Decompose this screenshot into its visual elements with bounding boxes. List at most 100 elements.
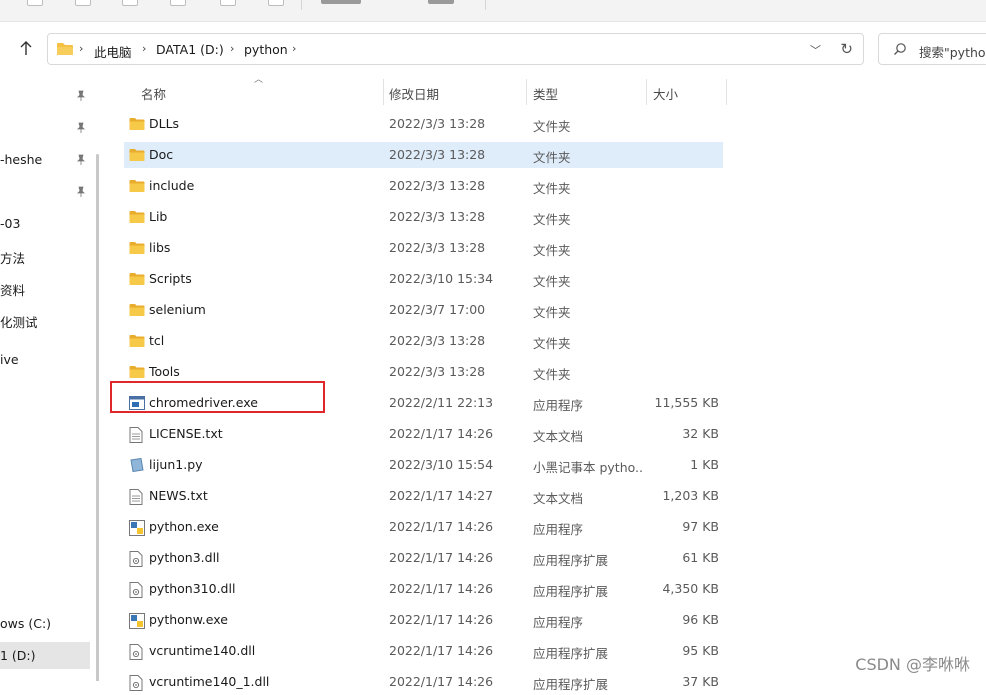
- folder-icon: [129, 272, 145, 289]
- file-date: 2022/3/3 13:28: [389, 364, 486, 379]
- file-row[interactable]: LICENSE.txt 2022/1/17 14:26 文本文档 32 KB: [124, 421, 723, 447]
- file-row[interactable]: python3.dll 2022/1/17 14:26 应用程序扩展 61 KB: [124, 545, 723, 571]
- file-row[interactable]: libs 2022/3/3 13:28 文件夹: [124, 235, 723, 261]
- file-row[interactable]: NEWS.txt 2022/1/17 14:27 文本文档 1,203 KB: [124, 483, 723, 509]
- address-row: › 此电脑 › DATA1 (D:) › python › ﹀ ↻ 搜索"pyt…: [0, 22, 986, 74]
- sort-button[interactable]: [321, 0, 361, 4]
- file-size: 95 KB: [682, 643, 719, 658]
- file-row[interactable]: selenium 2022/3/7 17:00 文件夹: [124, 297, 723, 323]
- column-divider[interactable]: [726, 79, 727, 105]
- nav-item[interactable]: ive: [0, 352, 19, 367]
- toolbar-divider: [301, 0, 302, 10]
- view-button[interactable]: [428, 0, 454, 4]
- address-bar[interactable]: › 此电脑 › DATA1 (D:) › python › ﹀ ↻: [47, 33, 864, 65]
- rename-icon[interactable]: [170, 0, 186, 6]
- folder-icon: [57, 43, 73, 55]
- file-row[interactable]: include 2022/3/3 13:28 文件夹: [124, 173, 723, 199]
- text-file-icon: [129, 427, 143, 446]
- pin-icon[interactable]: [76, 186, 86, 198]
- delete-icon[interactable]: [268, 0, 284, 6]
- file-name: pythonw.exe: [149, 612, 228, 627]
- folder-icon: [129, 241, 145, 258]
- column-header-size[interactable]: 大小: [653, 84, 678, 114]
- breadcrumb-python[interactable]: python: [244, 42, 288, 57]
- file-row[interactable]: vcruntime140_1.dll 2022/1/17 14:26 应用程序扩展 3…: [124, 669, 723, 695]
- breadcrumb-drive[interactable]: DATA1 (D:): [156, 42, 224, 57]
- file-date: 2022/3/3 13:28: [389, 333, 486, 348]
- toolbar-divider: [485, 0, 486, 10]
- file-row[interactable]: tcl 2022/3/3 13:28 文件夹: [124, 328, 723, 354]
- search-input[interactable]: 搜索"python: [878, 33, 986, 65]
- column-divider[interactable]: [383, 79, 384, 105]
- file-row[interactable]: Lib 2022/3/3 13:28 文件夹: [124, 204, 723, 230]
- nav-item[interactable]: ows (C:): [0, 616, 51, 631]
- copy-icon[interactable]: [75, 0, 91, 6]
- file-type: 应用程序: [533, 398, 584, 413]
- nav-item[interactable]: 方法: [0, 248, 25, 267]
- nav-scrollbar[interactable]: [96, 154, 99, 681]
- file-row[interactable]: Doc 2022/3/3 13:28 文件夹: [124, 142, 723, 168]
- sort-ascending-icon: ︿: [254, 75, 264, 85]
- folder-icon: [129, 210, 145, 227]
- refresh-icon[interactable]: ↻: [840, 40, 853, 58]
- file-name: vcruntime140.dll: [149, 643, 256, 658]
- chevron-right-icon[interactable]: ›: [292, 42, 296, 55]
- cut-icon[interactable]: [27, 0, 43, 6]
- dll-icon: [129, 551, 143, 570]
- file-type: 文件夹: [533, 150, 571, 165]
- column-divider[interactable]: [646, 79, 647, 105]
- folder-icon: [129, 334, 145, 351]
- file-name: Scripts: [149, 271, 192, 286]
- file-row[interactable]: python310.dll 2022/1/17 14:26 应用程序扩展 4,350 …: [124, 576, 723, 602]
- file-row[interactable]: python.exe 2022/1/17 14:26 应用程序 97 KB: [124, 514, 723, 540]
- file-date: 2022/3/10 15:34: [389, 271, 494, 286]
- breadcrumb-this-pc[interactable]: 此电脑: [94, 42, 132, 61]
- nav-item-selected[interactable]: 1 (D:): [0, 648, 36, 663]
- annotation-highlight-box: [110, 381, 325, 413]
- file-name: Lib: [149, 209, 168, 224]
- file-name: LICENSE.txt: [149, 426, 223, 441]
- column-header-type[interactable]: 类型: [533, 84, 558, 114]
- nav-item[interactable]: 资料: [0, 280, 25, 299]
- python-exe-icon: [129, 613, 145, 632]
- file-row[interactable]: pythonw.exe 2022/1/17 14:26 应用程序 96 KB: [124, 607, 723, 633]
- file-name: vcruntime140_1.dll: [149, 674, 270, 689]
- file-name: python3.dll: [149, 550, 220, 565]
- file-date: 2022/1/17 14:26: [389, 643, 494, 658]
- file-type: 应用程序扩展: [533, 553, 609, 568]
- file-type: 文件夹: [533, 274, 571, 289]
- file-date: 2022/1/17 14:26: [389, 550, 494, 565]
- file-row[interactable]: lijun1.py 2022/3/10 15:54 小黑记事本 pytho... 1 …: [124, 452, 723, 478]
- file-name: Doc: [149, 147, 174, 162]
- chevron-right-icon[interactable]: ›: [142, 42, 146, 55]
- pin-icon[interactable]: [76, 154, 86, 166]
- file-type: 文本文档: [533, 491, 584, 506]
- folder-icon: [129, 179, 145, 196]
- share-icon[interactable]: [220, 0, 236, 6]
- file-date: 2022/3/10 15:54: [389, 457, 494, 472]
- column-divider[interactable]: [526, 79, 527, 105]
- nav-item[interactable]: -03: [0, 216, 20, 231]
- watermark: CSDN @李咻咻: [855, 655, 970, 674]
- file-type: 文件夹: [533, 243, 571, 258]
- file-size: 4,350 KB: [662, 581, 719, 596]
- file-name: tcl: [149, 333, 165, 348]
- file-row[interactable]: Scripts 2022/3/10 15:34 文件夹: [124, 266, 723, 292]
- column-header-date[interactable]: 修改日期: [389, 84, 439, 114]
- file-row[interactable]: vcruntime140.dll 2022/1/17 14:26 应用程序扩展 95 …: [124, 638, 723, 664]
- file-row[interactable]: DLLs 2022/3/3 13:28 文件夹: [124, 111, 723, 137]
- py-file-icon: [129, 457, 145, 475]
- pin-icon[interactable]: [76, 122, 86, 134]
- column-header-name[interactable]: 名称: [141, 84, 166, 114]
- chevron-down-icon[interactable]: ﹀: [810, 42, 821, 58]
- chevron-right-icon[interactable]: ›: [230, 42, 234, 55]
- dll-icon: [129, 644, 143, 663]
- up-button[interactable]: [12, 35, 40, 61]
- paste-icon[interactable]: [122, 0, 138, 6]
- text-file-icon: [129, 489, 143, 508]
- pin-icon[interactable]: [76, 90, 86, 102]
- file-type: 小黑记事本 pytho...: [533, 460, 643, 475]
- nav-item[interactable]: -heshe: [0, 152, 42, 167]
- nav-item[interactable]: 化测试: [0, 312, 38, 331]
- file-type: 应用程序: [533, 615, 584, 630]
